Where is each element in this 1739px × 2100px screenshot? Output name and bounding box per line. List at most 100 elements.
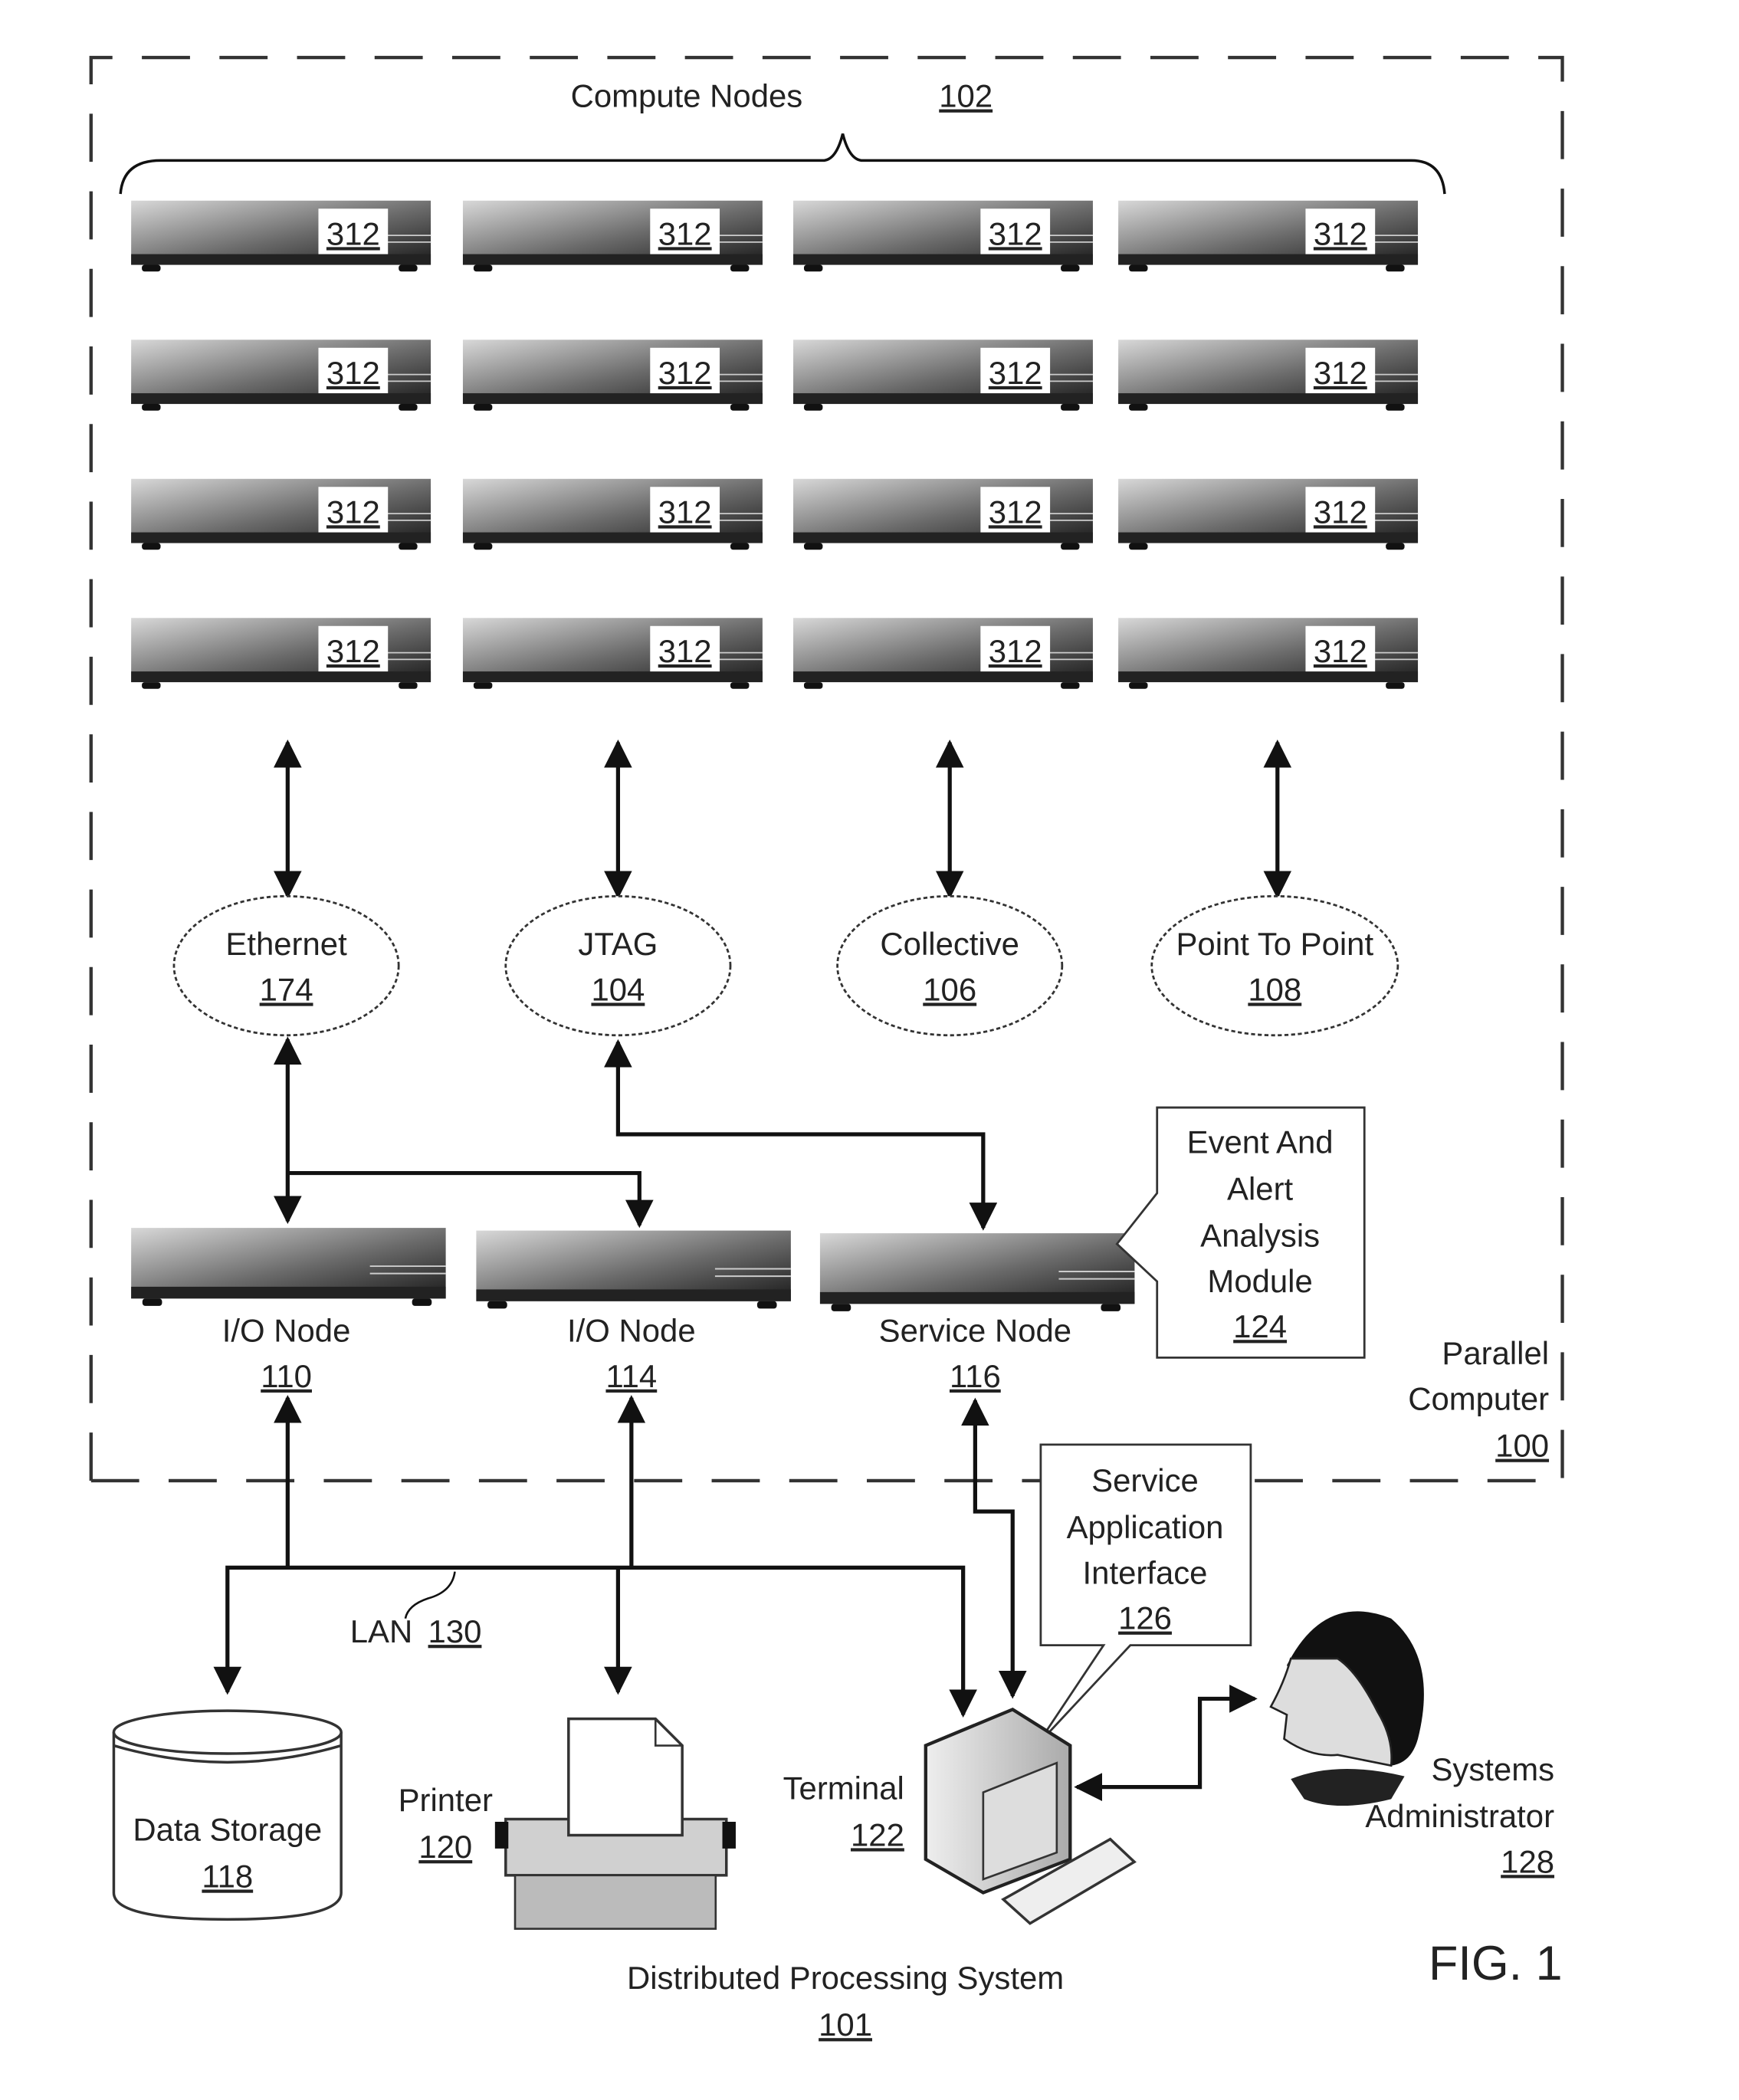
lan-leader-line — [404, 1571, 456, 1619]
admin-label: Systems — [1431, 1751, 1554, 1787]
printer-120: Printer 120 — [399, 1717, 736, 1930]
io-node-114: I/O Node 114 — [475, 1229, 792, 1394]
compute-node: 312 — [130, 339, 431, 412]
compute-node: 312 — [130, 477, 431, 551]
compute-node: 312 — [1117, 477, 1419, 551]
computer-icon — [924, 1707, 1137, 1925]
compute-node-ref: 312 — [326, 215, 380, 251]
module-line: Module — [1207, 1263, 1312, 1299]
terminal-name: Terminal — [783, 1770, 904, 1806]
callout-line: Interface — [1083, 1554, 1208, 1590]
compute-nodes-ref: 102 — [939, 78, 993, 114]
compute-node: 312 — [130, 199, 431, 273]
compute-node: 312 — [792, 339, 1094, 412]
callout-ref: 126 — [1118, 1600, 1172, 1636]
service-node-116: Service Node 116 — [819, 1232, 1136, 1394]
storage-name: Data Storage — [133, 1811, 322, 1847]
node-ref: 114 — [605, 1358, 657, 1394]
network-ethernet: Ethernet 174 — [172, 894, 400, 1037]
compute-node-grid: 312 312 312 312 312 312 312 312 312 312 312 312 312 3… — [130, 199, 1419, 690]
io-node-110: I/O Node 110 — [130, 1227, 447, 1394]
terminal-122: Terminal 122 — [783, 1707, 1137, 1925]
system-ref: 101 — [819, 2006, 872, 2043]
storage-ref: 118 — [202, 1859, 253, 1895]
lan-ref: 130 — [428, 1613, 482, 1649]
network-ref: 174 — [260, 971, 313, 1007]
network-ref: 106 — [923, 971, 976, 1007]
compute-node: 312 — [1117, 339, 1419, 412]
person-icon — [1269, 1611, 1424, 1806]
database-top — [112, 1709, 343, 1755]
callout-line: Application — [1067, 1509, 1224, 1545]
lan-label: LAN — [350, 1613, 412, 1649]
printer-name: Printer — [399, 1782, 493, 1818]
network-collective: Collective 106 — [836, 894, 1064, 1037]
network-name: JTAG — [578, 926, 658, 962]
terminal-ref: 122 — [851, 1816, 904, 1852]
compute-node-ref: 312 — [326, 633, 380, 669]
compute-node-ref: 312 — [1314, 215, 1367, 251]
network-name: Ethernet — [225, 926, 347, 962]
compute-node: 312 — [792, 199, 1094, 273]
printer-icon — [494, 1717, 736, 1930]
network-name: Point To Point — [1176, 926, 1373, 962]
systems-administrator-128: Systems Administrator 128 — [1269, 1611, 1554, 1879]
data-storage-118: Data Storage 118 — [112, 1709, 343, 1921]
compute-node: 312 — [462, 199, 763, 273]
compute-node: 312 — [1117, 617, 1419, 690]
compute-nodes-brace — [119, 133, 1446, 195]
cloud-icon — [1150, 894, 1399, 1037]
compute-node: 312 — [130, 617, 431, 690]
network-jtag: JTAG 104 — [504, 894, 732, 1037]
cloud-icon — [172, 894, 400, 1037]
compute-node: 312 — [792, 477, 1094, 551]
compute-node-ref: 312 — [989, 633, 1042, 669]
compute-node-ref: 312 — [989, 215, 1042, 251]
network-ref: 104 — [591, 971, 645, 1007]
compute-node-ref: 312 — [989, 494, 1042, 530]
compute-node-ref: 312 — [658, 215, 712, 251]
compute-node-ref: 312 — [658, 633, 712, 669]
parallel-computer-ref: 100 — [1495, 1428, 1549, 1464]
module-line: Alert — [1227, 1170, 1293, 1206]
compute-node-ref: 312 — [1314, 633, 1367, 669]
cloud-icon — [504, 894, 732, 1037]
parallel-computer-label: Computer — [1408, 1380, 1549, 1416]
event-alert-module-callout: Event And Alert Analysis Module 124 — [1115, 1106, 1366, 1359]
compute-node-ref: 312 — [658, 355, 712, 391]
printer-ref: 120 — [418, 1829, 472, 1865]
compute-node-ref: 312 — [658, 494, 712, 530]
node-name: I/O Node — [222, 1312, 351, 1348]
node-ref: 116 — [950, 1358, 1001, 1394]
node-name: I/O Node — [567, 1312, 696, 1348]
compute-node-ref: 312 — [1314, 494, 1367, 530]
system-label: Distributed Processing System — [627, 1960, 1064, 1996]
node-ref: 110 — [261, 1358, 312, 1394]
module-line: Event And — [1187, 1124, 1334, 1160]
terminal-admin-arrow — [1074, 1685, 1258, 1801]
compute-node-ref: 312 — [1314, 355, 1367, 391]
compute-node-ref: 312 — [326, 355, 380, 391]
lan-bus — [213, 1565, 977, 1718]
admin-ref: 128 — [1501, 1843, 1554, 1879]
compute-node: 312 — [792, 617, 1094, 690]
compute-node: 312 — [462, 339, 763, 412]
admin-label: Administrator — [1365, 1798, 1554, 1834]
service-terminal-arrow — [961, 1397, 1027, 1699]
diagram-canvas: Compute Nodes 102 312 312 312 312312 312 312 3… — [89, 55, 1564, 2043]
compute-node-ref: 312 — [989, 355, 1042, 391]
compute-node: 312 — [1117, 199, 1419, 273]
cloud-icon — [836, 894, 1064, 1037]
node-name: Service Node — [879, 1312, 1071, 1348]
callout-line: Service — [1091, 1462, 1199, 1498]
module-line: Analysis — [1200, 1218, 1320, 1254]
network-point-to-point: Point To Point 108 — [1150, 894, 1399, 1037]
module-ref: 124 — [1233, 1308, 1287, 1344]
network-name: Collective — [880, 926, 1019, 962]
compute-node: 312 — [462, 477, 763, 551]
compute-node-ref: 312 — [326, 494, 380, 530]
network-ref: 108 — [1248, 971, 1301, 1007]
figure-label: FIG. 1 — [1429, 1937, 1563, 1990]
compute-node: 312 — [462, 617, 763, 690]
compute-nodes-label: Compute Nodes — [571, 78, 803, 114]
